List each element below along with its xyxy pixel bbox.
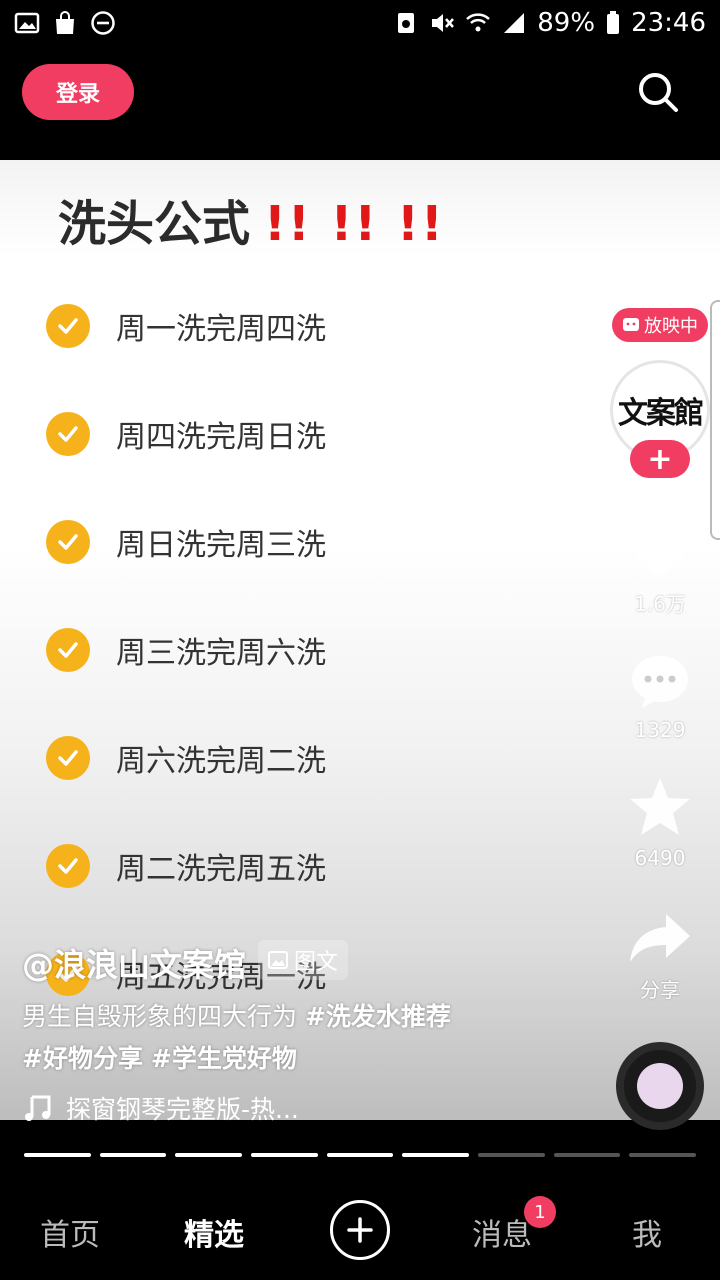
side-drawer-handle[interactable]: [710, 300, 720, 540]
post-title: 洗头公式!! !! !!: [58, 196, 445, 252]
login-button[interactable]: 登录: [22, 64, 134, 120]
hashtag[interactable]: #洗发水推荐: [305, 1002, 451, 1031]
messages-badge: 1: [524, 1196, 556, 1228]
favorite-button[interactable]: 6490: [620, 776, 700, 870]
list-item: 周四洗完周日洗: [46, 412, 526, 456]
signal-icon: [504, 13, 525, 33]
share-icon: [630, 914, 690, 962]
live-badge[interactable]: 放映中: [612, 308, 708, 342]
check-icon: [46, 736, 90, 780]
list-item: 周六洗完周二洗: [46, 736, 526, 780]
do-not-disturb-icon: [91, 11, 115, 35]
progress-segment: [402, 1153, 470, 1157]
mute-icon: [432, 14, 455, 32]
post-description: 男生自毁形象的四大行为 #洗发水推荐 #好物分享 #学生党好物: [22, 1002, 451, 1073]
heart-icon: [630, 522, 690, 576]
list-item: 周一洗完周四洗: [46, 304, 526, 348]
author-name[interactable]: @浪浪山文案馆: [22, 940, 246, 986]
progress-segment: [629, 1153, 697, 1157]
hashtag[interactable]: #学生党好物: [151, 1044, 297, 1073]
check-icon: [46, 628, 90, 672]
follow-button[interactable]: +: [630, 440, 690, 478]
tab-featured[interactable]: 精选: [184, 1210, 244, 1254]
bottom-tabbar: 首页 精选 消息 1 我: [0, 1180, 720, 1280]
share-label: 分享: [640, 978, 680, 1002]
share-button[interactable]: 分享: [620, 910, 700, 1003]
music-info[interactable]: 探窗钢琴完整版-热...: [22, 1090, 299, 1126]
plus-icon: [347, 1217, 373, 1243]
star-icon: [630, 778, 690, 835]
music-disc[interactable]: [616, 1042, 704, 1130]
progress-segment: [24, 1153, 91, 1157]
comment-count: 1329: [634, 718, 686, 742]
progress-segment: [251, 1153, 318, 1157]
list-item: 周日洗完周三洗: [46, 520, 526, 564]
status-bar: 89% 23:46: [0, 0, 720, 50]
comment-icon: [632, 656, 688, 708]
exclamation-marks: !! !! !!: [264, 196, 445, 252]
tab-messages[interactable]: 消息: [472, 1210, 532, 1254]
clock: 23:46: [631, 8, 706, 38]
list-item: 周二洗完周五洗: [46, 844, 526, 888]
progress-segment: [99, 1153, 167, 1157]
like-count: 1.6万: [634, 592, 686, 616]
comment-button[interactable]: 1329: [620, 652, 700, 742]
search-icon[interactable]: [636, 70, 680, 114]
progress-segment: [478, 1153, 545, 1157]
tab-home[interactable]: 首页: [40, 1210, 100, 1254]
gallery-icon: [14, 12, 40, 34]
progress-segment: [326, 1153, 394, 1157]
post-type-tag: 图文: [258, 940, 349, 980]
shopping-bag-icon: [56, 11, 74, 34]
image-icon: [268, 951, 288, 969]
music-cover-avatar: [637, 1063, 683, 1109]
check-icon: [46, 304, 90, 348]
music-note-icon: [25, 1095, 51, 1121]
image-progress: [24, 1153, 697, 1157]
hashtag[interactable]: #好物分享: [22, 1044, 143, 1073]
favorite-count: 6490: [634, 846, 686, 870]
tab-me[interactable]: 我: [632, 1210, 662, 1254]
like-button[interactable]: 1.6万: [620, 520, 700, 617]
progress-segment: [175, 1153, 243, 1157]
security-icon: [398, 13, 415, 33]
battery-percent: 89%: [537, 8, 596, 38]
list-item: 周三洗完周六洗: [46, 628, 526, 672]
check-icon: [46, 520, 90, 564]
tv-icon: [623, 318, 639, 331]
check-icon: [46, 844, 90, 888]
create-button[interactable]: [330, 1200, 390, 1260]
progress-segment: [553, 1153, 621, 1157]
check-icon: [46, 412, 90, 456]
battery-icon: [607, 11, 620, 34]
wifi-icon: [466, 13, 491, 32]
